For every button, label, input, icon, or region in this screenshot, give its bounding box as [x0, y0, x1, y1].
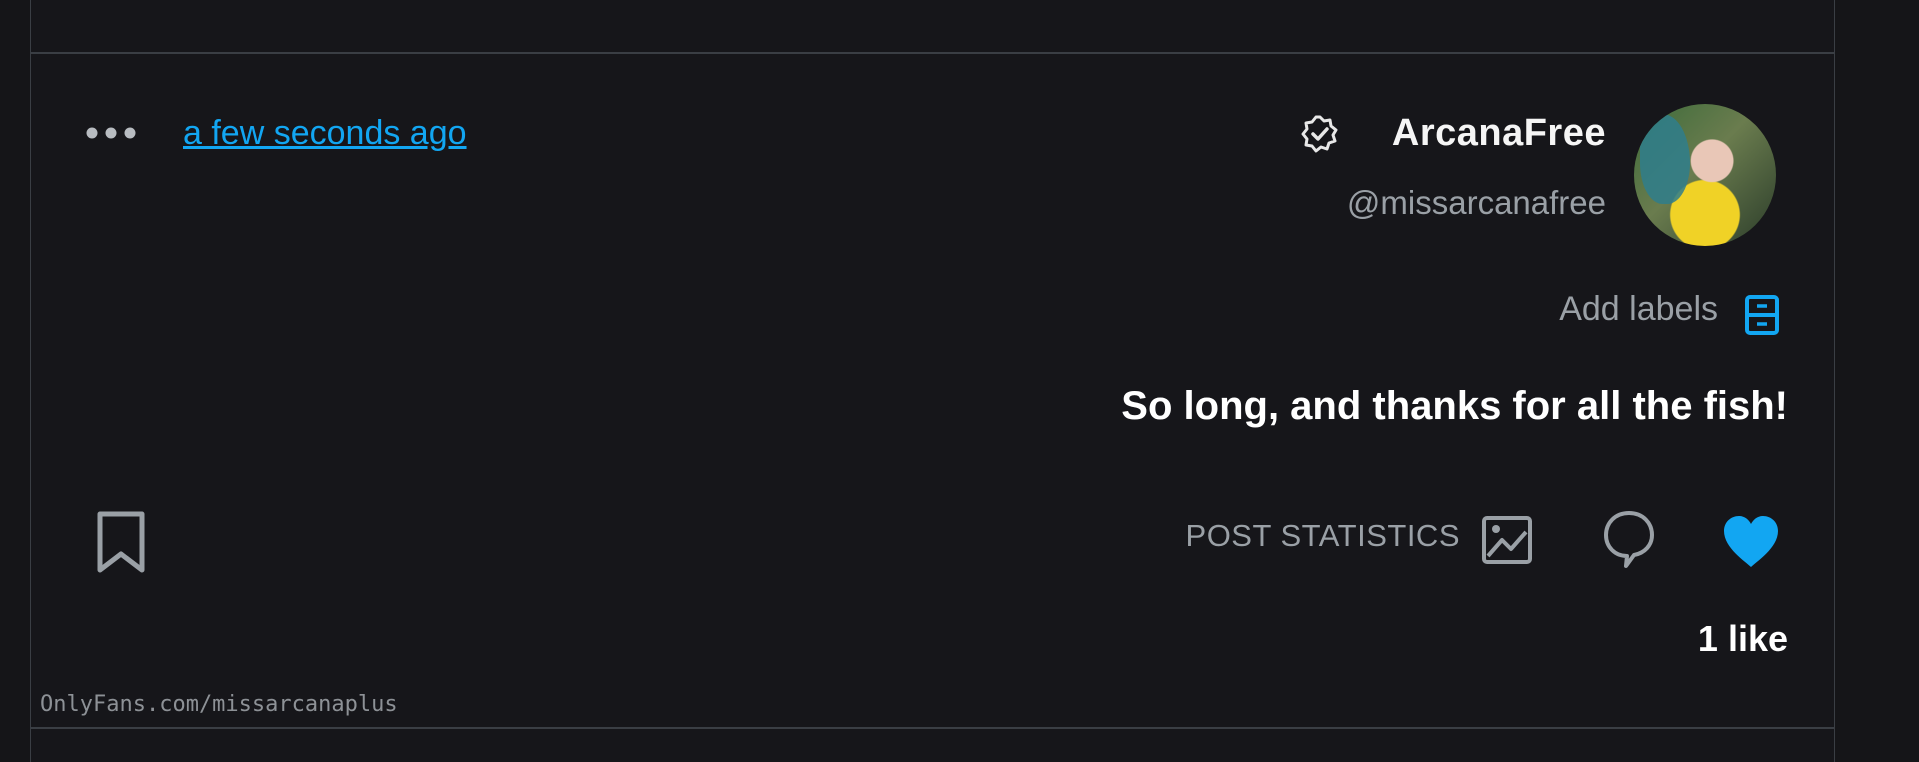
label-folder-icon[interactable]: [1744, 294, 1780, 336]
bookmark-icon[interactable]: [93, 510, 149, 574]
post-statistics-button[interactable]: POST STATISTICS: [1186, 518, 1460, 554]
avatar[interactable]: [1634, 104, 1776, 246]
feed-stage: ArcanaFree @missarcanafree a few seconds…: [0, 0, 1919, 762]
avatar-hair: [1640, 114, 1690, 204]
author-handle[interactable]: @missarcanafree: [1347, 184, 1606, 222]
more-dots-icon[interactable]: [85, 126, 137, 140]
add-labels-button[interactable]: Add labels: [1559, 290, 1718, 329]
watermark-text: OnlyFans.com/missarcanaplus: [40, 692, 398, 717]
post-text: So long, and thanks for all the fish!: [1121, 384, 1788, 428]
post-timestamp-link[interactable]: a few seconds ago: [183, 114, 467, 153]
image-stats-icon[interactable]: [1480, 512, 1538, 568]
author-display-name[interactable]: ArcanaFree: [1392, 112, 1606, 155]
post-divider-top: [30, 52, 1835, 54]
heart-icon[interactable]: [1720, 512, 1782, 570]
post-divider-bottom: [30, 727, 1835, 729]
comment-bubble-icon[interactable]: [1601, 508, 1657, 570]
verified-badge-icon: [1301, 115, 1338, 153]
likes-count[interactable]: 1 like: [1698, 618, 1788, 660]
